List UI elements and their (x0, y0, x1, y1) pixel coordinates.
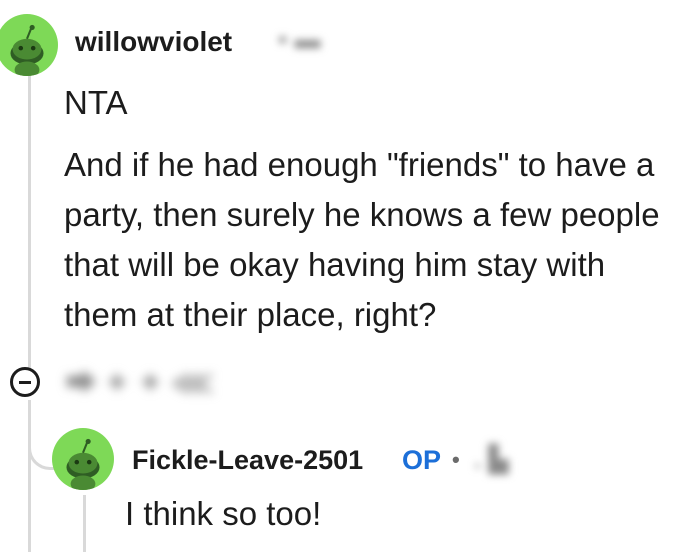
comment-actions-blurred[interactable]: ⮕ ✦ ✦ ⋘ (66, 358, 214, 402)
user-avatar[interactable] (0, 14, 58, 76)
meta-separator: • (452, 447, 460, 472)
reply-author[interactable]: Fickle-Leave-2501 (132, 445, 363, 476)
reply-meta-blurred: . ▙ (474, 444, 509, 474)
reply-child-line (83, 495, 86, 552)
comment-line: party, then surely he knows a few people (64, 196, 660, 233)
reply-thread-line (28, 400, 31, 552)
thread-line (28, 68, 31, 368)
op-badge: OP (402, 445, 442, 475)
snoo-avatar-icon (10, 24, 44, 76)
comment-line: that will be okay having him stay with (64, 246, 606, 283)
comment-line: NTA (64, 84, 128, 121)
reply-avatar[interactable] (52, 428, 114, 490)
collapse-thread-icon[interactable] (10, 367, 40, 397)
reply-text: I think so too! (125, 495, 322, 532)
comment-meta-blurred: ▪ ▬ (278, 24, 321, 54)
snoo-avatar-icon (66, 438, 100, 490)
comment-line: And if he had enough "friends" to have a (64, 146, 655, 183)
comment-author[interactable]: willowviolet (75, 26, 232, 58)
comment-line: them at their place, right? (64, 296, 437, 333)
